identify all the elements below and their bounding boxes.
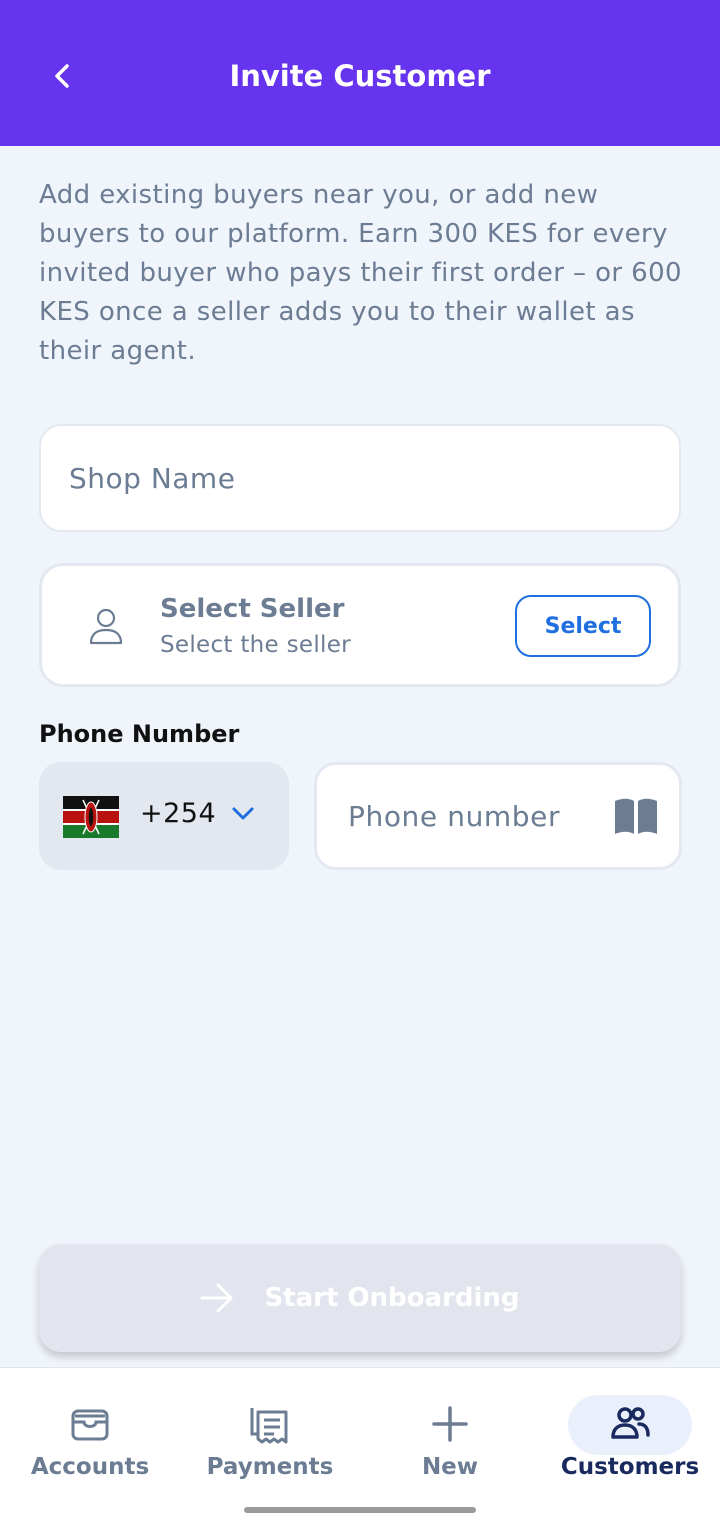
- nav-label-payments: Payments: [206, 1454, 334, 1480]
- nav-label-new: New: [421, 1454, 479, 1480]
- invite-customer-screen: Invite Customer Add existing buyers near…: [0, 0, 720, 1525]
- select-seller-card[interactable]: Select Seller Select the seller Select: [39, 563, 681, 687]
- phone-number-input[interactable]: [317, 765, 587, 867]
- page-title: Invite Customer: [229, 59, 491, 93]
- phone-number-field: [314, 762, 682, 870]
- plus-icon: [432, 1406, 468, 1442]
- select-seller-subtitle: Select the seller: [160, 632, 351, 658]
- select-seller-title: Select Seller: [160, 594, 345, 624]
- bottom-navigation: Accounts Payments New Customers: [0, 1367, 720, 1525]
- intro-text: Add existing buyers near you, or add new…: [39, 180, 683, 366]
- home-indicator: [244, 1507, 476, 1513]
- user-icon: [89, 608, 123, 645]
- contacts-book-icon[interactable]: [613, 797, 659, 835]
- nav-label-accounts: Accounts: [30, 1454, 150, 1480]
- nav-item-customers[interactable]: Customers: [540, 1368, 720, 1498]
- start-onboarding-label: Start Onboarding: [264, 1283, 520, 1313]
- chevron-down-icon: [232, 807, 254, 820]
- nav-item-payments[interactable]: Payments: [180, 1368, 360, 1498]
- nav-item-new[interactable]: New: [360, 1368, 540, 1498]
- country-code-select[interactable]: +254: [39, 762, 289, 870]
- nav-label-customers: Customers: [560, 1454, 700, 1480]
- wallet-icon: [71, 1409, 109, 1441]
- nav-item-accounts[interactable]: Accounts: [0, 1368, 180, 1498]
- start-onboarding-button[interactable]: Start Onboarding: [39, 1244, 681, 1352]
- arrow-right-icon: [200, 1283, 233, 1313]
- shop-name-field: [39, 424, 681, 532]
- app-header: Invite Customer: [0, 0, 720, 146]
- users-icon: [611, 1407, 650, 1439]
- dial-code: +254: [140, 798, 217, 829]
- shop-name-input[interactable]: [41, 426, 679, 530]
- select-seller-button[interactable]: Select: [515, 595, 651, 657]
- phone-number-label: Phone Number: [39, 720, 240, 748]
- receipt-icon: [250, 1408, 288, 1444]
- kenya-flag-icon: [63, 796, 119, 838]
